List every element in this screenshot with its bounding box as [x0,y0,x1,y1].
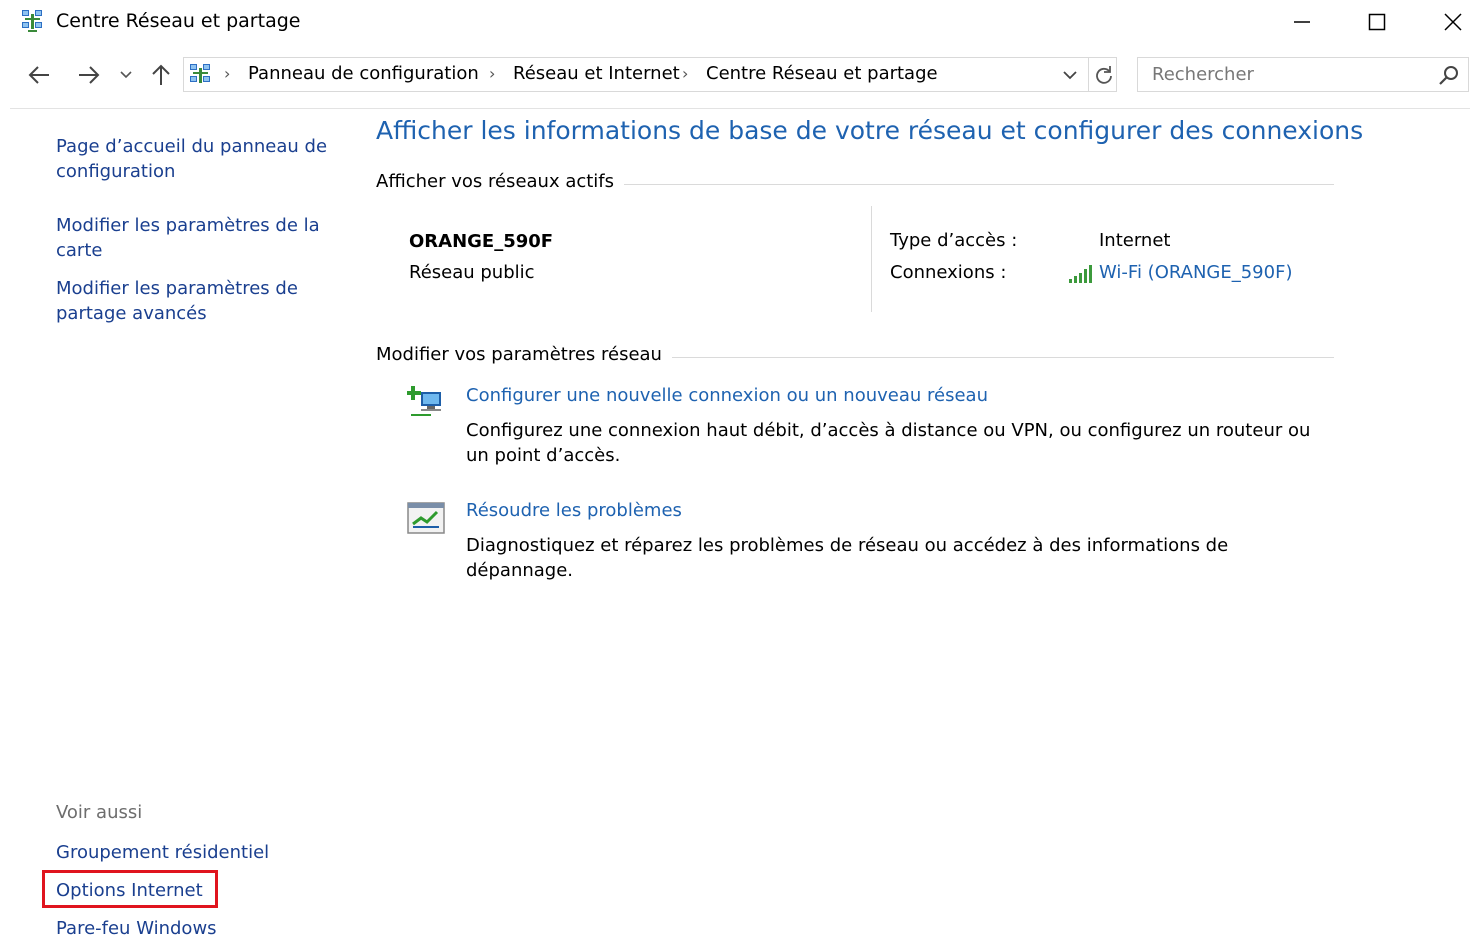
troubleshoot-description: Diagnostiquez et réparez les problèmes d… [466,535,1229,581]
window-title: Centre Réseau et partage [56,10,301,32]
address-divider [1088,58,1089,91]
connections-label: Connexions : [890,262,1007,283]
see-also-link-windows-firewall[interactable]: Pare-feu Windows [56,916,336,941]
header-divider [10,108,1470,109]
breadcrumb-item-network-center[interactable]: Centre Réseau et partage [706,63,938,84]
breadcrumb-item-control-panel[interactable]: Panneau de configuration [248,63,479,84]
access-type-label: Type d’accès : [890,230,1018,251]
network-category: Réseau public [409,262,535,283]
breadcrumb-separator: › [682,64,689,83]
breadcrumb-separator: › [489,64,496,83]
access-type-value: Internet [1099,230,1171,251]
recent-locations-button[interactable] [114,60,138,90]
forward-button[interactable] [74,60,104,90]
wifi-signal-icon [1068,264,1094,284]
breadcrumb-separator: › [224,64,231,83]
back-button[interactable] [24,60,54,90]
breadcrumb-item-network-internet[interactable]: Réseau et Internet [513,63,680,84]
close-icon [1444,13,1462,31]
left-link-adapter-settings[interactable]: Modifier les paramètres de la carte [56,213,336,263]
setup-new-connection-link[interactable]: Configurer une nouvelle connexion ou un … [466,385,988,406]
close-button[interactable] [1418,0,1470,44]
maximize-icon [1368,13,1386,31]
search-icon [1438,64,1460,86]
title-bar: Centre Réseau et partage [0,0,1470,44]
chevron-down-icon [1063,70,1077,79]
left-link-control-panel-home[interactable]: Page d’accueil du panneau de configurati… [56,134,336,184]
page-title: Afficher les informations de base de vot… [376,116,1364,145]
left-link-advanced-sharing[interactable]: Modifier les paramètres de partage avanc… [56,276,336,326]
arrow-up-icon [152,64,170,85]
change-settings-heading: Modifier vos paramètres réseau [376,344,672,365]
see-also-heading: Voir aussi [56,802,143,823]
network-center-icon [188,62,214,88]
network-name: ORANGE_590F [409,231,554,252]
refresh-button[interactable] [1090,60,1118,90]
active-networks-heading: Afficher vos réseaux actifs [376,171,625,192]
setup-new-connection-description: Configurez une connexion haut débit, d’a… [466,420,1311,466]
maximize-button[interactable] [1342,0,1412,44]
minimize-button[interactable] [1267,0,1337,44]
network-divider [871,206,872,312]
arrow-right-icon [79,66,100,84]
address-dropdown-button[interactable] [1056,60,1084,90]
address-bar[interactable]: › Panneau de configuration › Réseau et I… [183,57,1117,92]
wifi-connection-link[interactable]: Wi-Fi (ORANGE_590F) [1099,262,1292,283]
highlight-box [42,870,218,908]
new-connection-icon [407,383,447,421]
minimize-icon [1294,21,1310,23]
search-input[interactable]: Rechercher [1137,57,1469,92]
network-center-icon [20,8,46,34]
troubleshoot-link[interactable]: Résoudre les problèmes [466,500,682,521]
search-placeholder: Rechercher [1152,64,1254,85]
arrow-left-icon [28,66,49,84]
refresh-icon [1096,66,1112,84]
chevron-down-icon [120,71,132,79]
troubleshoot-icon [407,500,447,538]
up-button[interactable] [146,60,176,90]
see-also-link-homegroup[interactable]: Groupement résidentiel [56,840,336,865]
